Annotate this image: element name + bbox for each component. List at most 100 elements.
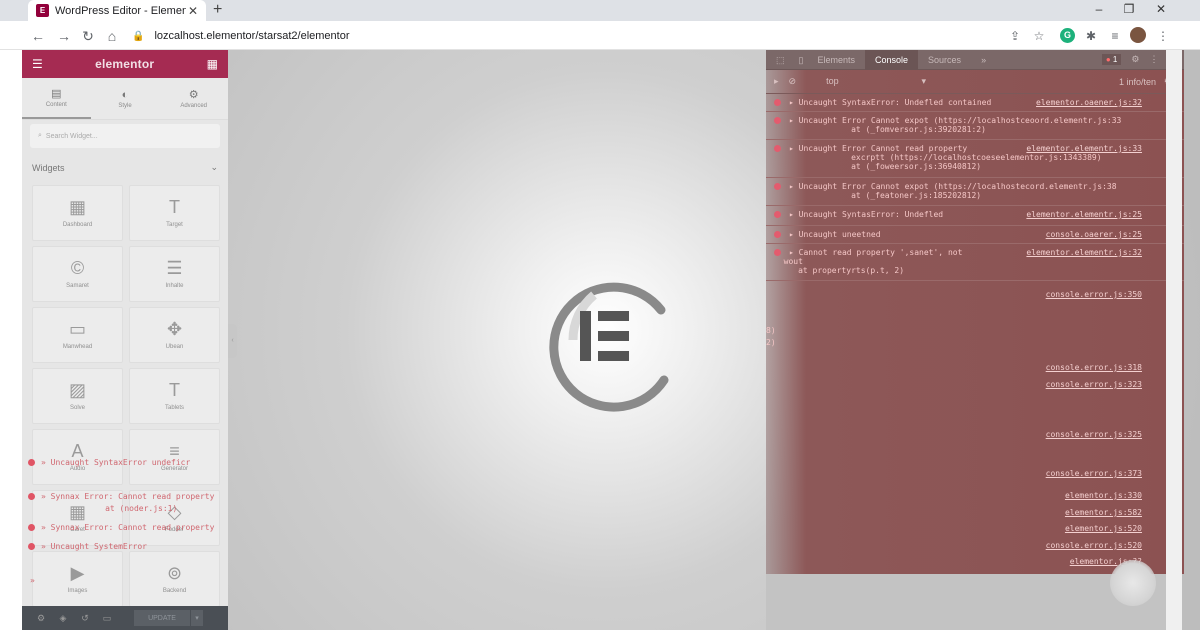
widgets-grid-icon[interactable]: ▦ — [207, 57, 218, 71]
reload-icon[interactable]: ↻ — [78, 26, 98, 46]
error-icon — [28, 543, 35, 550]
tab-sources[interactable]: Sources — [918, 50, 971, 70]
console-error-message[interactable]: ▸ Uncaught uneetned — [774, 230, 881, 239]
responsive-icon[interactable]: ▭ — [96, 613, 118, 624]
tab-title: WordPress Editor - Elementor — [55, 4, 186, 17]
widget-tile[interactable]: © Samaret — [32, 246, 123, 302]
share-icon[interactable]: ⇪ — [1006, 27, 1024, 45]
home-icon[interactable]: ⌂ — [102, 26, 122, 46]
console-filter-bar: ▸ ⊘ top ▾ 1 info/ten ⚙ — [766, 70, 1184, 94]
layers-icon[interactable]: ◈ — [52, 613, 74, 624]
console-error-message[interactable]: ▸ Uncaught Error Cannot expot (https://l… — [774, 116, 1121, 134]
close-tab-icon[interactable]: ✕ — [186, 4, 200, 18]
clear-console-icon[interactable]: ⊘ — [789, 76, 797, 87]
tab-advanced[interactable]: ⚙ Advanced — [159, 78, 228, 119]
reading-list-icon[interactable]: ≡ — [1106, 27, 1124, 45]
widget-tile[interactable]: ✥ Ubean — [129, 307, 220, 363]
console-fragment: 2) — [766, 338, 776, 347]
console-error-message[interactable]: ▸ Uncaught SyntasError: Undefled — [774, 210, 943, 219]
devtools-settings-icon[interactable]: ⚙ — [1131, 54, 1139, 65]
logo-bar-mid — [598, 331, 629, 341]
forward-arrow-icon[interactable]: → — [54, 26, 74, 46]
message-text: ▸ Uncaught Error Cannot expot (https://l… — [789, 182, 1117, 200]
info-count: 1 info/ten — [1118, 76, 1156, 87]
widget-tile[interactable]: T Tablets — [129, 368, 220, 424]
history-icon[interactable]: ↺ — [74, 613, 96, 624]
sidebar-toggle-icon[interactable]: ▸ — [774, 76, 779, 87]
browser-menu-icon[interactable]: ⋮ — [1154, 27, 1172, 45]
panel-header: ☰ elementor ▦ — [22, 50, 228, 78]
inspect-element-icon[interactable]: ⬚ — [766, 50, 795, 70]
source-link[interactable]: console.error.js:350 — [1046, 290, 1142, 299]
widget-tile[interactable]: T Target — [129, 185, 220, 241]
browser-tab[interactable]: E WordPress Editor - Elementor ✕ — [28, 0, 206, 21]
source-link[interactable]: elementor.elementr.js:33 — [1026, 144, 1142, 153]
console-error-message[interactable]: ▸ Uncaught SyntaxError: Undefled contain… — [774, 98, 991, 107]
back-arrow-icon[interactable]: ← — [28, 26, 48, 46]
extensions-puzzle-icon[interactable]: ✱ — [1082, 27, 1100, 45]
profile-avatar[interactable] — [1130, 27, 1146, 43]
error-icon — [774, 211, 781, 218]
error-count-badge[interactable]: ● 1 — [1101, 54, 1122, 65]
source-link[interactable]: console.oaerer.js:25 — [1046, 230, 1142, 239]
grammarly-extension-icon[interactable]: G — [1060, 28, 1075, 43]
tab-style[interactable]: ◐ Style — [91, 78, 160, 119]
widget-label: Inhalte — [165, 283, 184, 289]
widget-label: Target — [166, 222, 183, 228]
settings-icon[interactable]: ⚙ — [30, 613, 52, 624]
device-toolbar-icon[interactable]: ▯ — [795, 50, 808, 70]
logo-bar-bottom — [598, 351, 629, 361]
close-window-button[interactable]: ✕ — [1144, 0, 1178, 21]
advanced-icon: ⚙ — [188, 89, 199, 101]
source-link[interactable]: console.error.js:323 — [1046, 380, 1142, 389]
hamburger-menu-icon[interactable]: ☰ — [32, 57, 43, 71]
source-link[interactable]: console.error.js:325 — [1046, 430, 1142, 439]
bookmark-star-icon[interactable]: ☆ — [1030, 27, 1048, 45]
lock-icon: 🔒 — [132, 30, 145, 42]
url-bar[interactable]: 🔒 lozcalhost.elementor/starsat2/elemento… — [124, 26, 1004, 46]
widget-tile[interactable]: A Audio — [32, 429, 123, 485]
tab-console[interactable]: Console — [865, 50, 919, 70]
page-scrollbar[interactable] — [1166, 50, 1182, 630]
widget-label: Samaret — [66, 283, 89, 289]
panel-collapse-handle[interactable]: ‹ — [228, 324, 237, 358]
new-tab-button[interactable]: + — [213, 0, 222, 20]
restore-button[interactable]: ❐ — [1112, 0, 1146, 21]
console-fragment: 8) — [766, 326, 776, 335]
source-link[interactable]: elementor.js:582 — [1065, 508, 1142, 517]
message-text: ▸ Uncaught uneetned — [789, 230, 881, 239]
source-link[interactable]: elementor.elementr.js:25 — [1026, 210, 1142, 219]
more-tabs-icon[interactable]: » — [971, 50, 996, 70]
widget-tile[interactable]: ☰ Inhalte — [129, 246, 220, 302]
tab-content[interactable]: ▤ Content — [22, 78, 91, 119]
source-link[interactable]: console.error.js:318 — [1046, 363, 1142, 372]
source-link[interactable]: elementor.js:520 — [1065, 524, 1142, 533]
context-selector[interactable]: top ▾ — [826, 76, 926, 87]
widgets-section-header[interactable]: Widgets ⌄ — [22, 152, 228, 181]
source-link[interactable]: elementor.elementr.js:32 — [1026, 248, 1142, 257]
widget-tile[interactable]: ▭ Manwhead — [32, 307, 123, 363]
widget-tile[interactable]: ▦ Dashboard — [32, 185, 123, 241]
widget-tile[interactable]: ⊚ Backend — [129, 551, 220, 607]
source-link[interactable]: console.error.js:520 — [1046, 541, 1142, 550]
widget-search-input[interactable]: ⌕ Search Widget... — [30, 124, 220, 148]
source-link[interactable]: console.error.js:373 — [1046, 469, 1142, 478]
widget-tile[interactable]: ▶ Images — [32, 551, 123, 607]
source-link[interactable]: elementor.js:330 — [1065, 491, 1142, 500]
error-icon — [774, 145, 781, 152]
chat-bubble-button[interactable] — [1110, 560, 1156, 606]
widget-label: Ubean — [165, 344, 184, 350]
minimize-button[interactable]: – — [1082, 0, 1116, 21]
widget-tile[interactable]: ≡ Generator — [129, 429, 220, 485]
widget-label: Backend — [162, 588, 187, 594]
update-options-button[interactable]: ▾ — [191, 610, 203, 626]
devtools-menu-icon[interactable]: ⋮ — [1149, 54, 1158, 65]
widget-tile[interactable]: ▨ Solve — [32, 368, 123, 424]
update-button[interactable]: UPDATE — [134, 610, 190, 626]
console-error-message[interactable]: ▸ Cannot read property ',sanet', not wou… — [774, 248, 962, 275]
console-error-message[interactable]: ▸ Uncaught Error Cannot expot (https://l… — [774, 182, 1117, 200]
source-link[interactable]: elementor.oaener.js:32 — [1036, 98, 1142, 107]
browser-tab-strip: E WordPress Editor - Elementor ✕ + – ❐ ✕ — [0, 0, 1200, 21]
tab-elements[interactable]: Elements — [807, 50, 865, 70]
widget-icon: ▦ — [68, 197, 86, 217]
